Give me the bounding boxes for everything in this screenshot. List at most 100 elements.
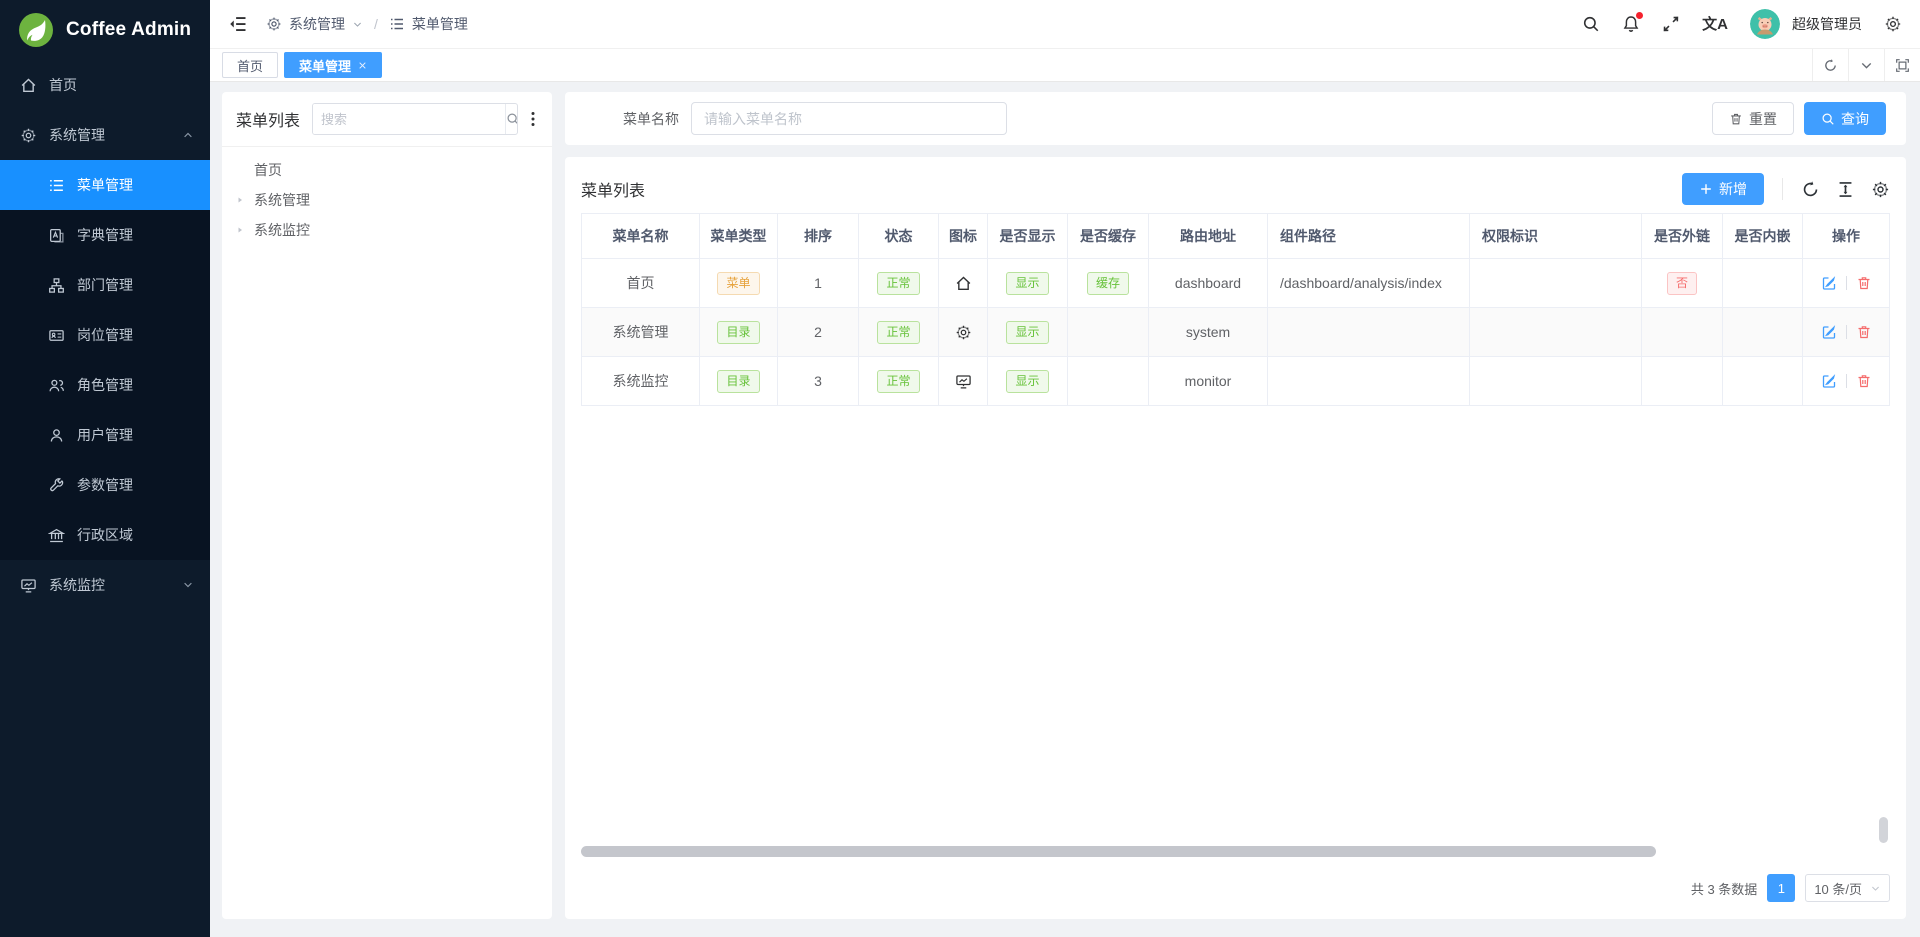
sidebar-collapse-icon[interactable]	[228, 14, 248, 34]
edit-icon[interactable]	[1821, 324, 1837, 340]
column-header[interactable]: 是否显示	[988, 214, 1068, 259]
cell-actions	[1803, 259, 1890, 308]
cell-embedded	[1723, 357, 1803, 406]
table-row[interactable]: 首页 菜单 1 正常 显示 缓存 dashboard /dashboard/an…	[582, 259, 1890, 308]
settings-gear-icon[interactable]	[1884, 15, 1902, 33]
tab-label: 首页	[237, 56, 263, 75]
sidebar-item-label: 首页	[49, 75, 77, 95]
sidebar-item-label: 岗位管理	[77, 325, 133, 345]
column-header[interactable]: 是否外链	[1642, 214, 1723, 259]
more-options-icon[interactable]	[524, 111, 542, 127]
actions-divider	[1846, 374, 1847, 388]
horizontal-scrollbar[interactable]	[581, 846, 1876, 857]
dictionary-icon	[48, 227, 65, 244]
pagination: 共 3 条数据 1 10 条/页	[581, 867, 1890, 909]
pagination-page-1[interactable]: 1	[1767, 874, 1795, 902]
sidebar-item-label: 系统管理	[49, 125, 105, 145]
tree-search-input[interactable]	[313, 104, 505, 134]
tab-menu-mgmt[interactable]: 菜单管理	[284, 52, 382, 78]
delete-icon[interactable]	[1856, 324, 1872, 340]
current-user-name[interactable]: 超级管理员	[1792, 14, 1862, 34]
visible-badge: 显示	[1006, 272, 1048, 295]
page-size-select[interactable]: 10 条/页	[1805, 874, 1890, 902]
chevron-down-icon[interactable]	[1848, 49, 1884, 81]
sidebar-item-monitor[interactable]: 系统监控	[0, 560, 210, 610]
column-header[interactable]: 图标	[939, 214, 988, 259]
search-icon[interactable]	[505, 104, 518, 134]
row-height-icon[interactable]	[1836, 180, 1855, 199]
maximize-icon[interactable]	[1884, 49, 1920, 81]
tree-node-monitor[interactable]: 系统监控	[222, 215, 552, 245]
sidebar-item-home[interactable]: 首页	[0, 60, 210, 110]
column-header[interactable]: 权限标识	[1470, 214, 1642, 259]
column-header[interactable]: 菜单名称	[582, 214, 700, 259]
translate-icon[interactable]: 文A	[1702, 17, 1728, 32]
cell-cache	[1068, 308, 1149, 357]
avatar[interactable]	[1750, 9, 1780, 39]
column-header[interactable]: 菜单类型	[700, 214, 778, 259]
avatar-image	[1750, 9, 1780, 39]
sidebar-submenu-system: 菜单管理 字典管理 部门管理 岗位管理 角色管理 用户管理 参数管理 行政区域	[0, 160, 210, 560]
cell-embedded	[1723, 259, 1803, 308]
sidebar-item-menu-mgmt[interactable]: 菜单管理	[0, 160, 210, 210]
sidebar-item-label: 部门管理	[77, 275, 133, 295]
cell-icon	[939, 259, 988, 308]
vertical-scrollbar-thumb[interactable]	[1879, 817, 1888, 843]
wrench-icon	[48, 477, 65, 494]
edit-icon[interactable]	[1821, 275, 1837, 291]
sidebar-item-dict-mgmt[interactable]: 字典管理	[0, 210, 210, 260]
query-button[interactable]: 查询	[1804, 102, 1886, 135]
column-header[interactable]: 是否内嵌	[1723, 214, 1803, 259]
reset-button[interactable]: 重置	[1712, 102, 1794, 135]
delete-icon[interactable]	[1856, 373, 1872, 389]
refresh-icon[interactable]	[1812, 49, 1848, 81]
sidebar-item-param-mgmt[interactable]: 参数管理	[0, 460, 210, 510]
scrollbar-thumb[interactable]	[581, 846, 1656, 857]
list-icon	[389, 16, 405, 32]
sidebar-item-post-mgmt[interactable]: 岗位管理	[0, 310, 210, 360]
cell-permission	[1470, 259, 1642, 308]
column-header[interactable]: 组件路径	[1268, 214, 1470, 259]
add-button[interactable]: 新增	[1682, 173, 1764, 205]
column-settings-gear-icon[interactable]	[1871, 180, 1890, 199]
fullscreen-icon[interactable]	[1662, 15, 1680, 33]
refresh-icon[interactable]	[1801, 180, 1820, 199]
external-badge: 否	[1667, 272, 1697, 295]
breadcrumb-item-system[interactable]: 系统管理	[289, 14, 345, 34]
caret-right-icon[interactable]	[236, 195, 254, 205]
cell-cache: 缓存	[1068, 259, 1149, 308]
tree-node-home[interactable]: 首页	[222, 155, 552, 185]
delete-icon[interactable]	[1856, 275, 1872, 291]
table-row[interactable]: 系统管理 目录 2 正常 显示 system	[582, 308, 1890, 357]
app-logo[interactable]: Coffee Admin	[0, 0, 210, 60]
cell-icon	[939, 357, 988, 406]
table-row[interactable]: 系统监控 目录 3 正常 显示 monitor	[582, 357, 1890, 406]
column-header[interactable]: 排序	[778, 214, 859, 259]
edit-icon[interactable]	[1821, 373, 1837, 389]
search-icon[interactable]	[1582, 15, 1600, 33]
cell-status: 正常	[859, 259, 939, 308]
sidebar-item-system[interactable]: 系统管理	[0, 110, 210, 160]
status-badge: 正常	[877, 370, 919, 393]
sidebar-item-region[interactable]: 行政区域	[0, 510, 210, 560]
chevron-down-icon	[182, 579, 194, 591]
chevron-down-icon[interactable]	[352, 19, 363, 30]
column-header[interactable]: 状态	[859, 214, 939, 259]
cell-visible: 显示	[988, 259, 1068, 308]
close-icon[interactable]	[358, 61, 367, 70]
tab-home[interactable]: 首页	[222, 52, 278, 78]
home-icon	[20, 77, 37, 94]
gear-icon	[266, 16, 282, 32]
visible-badge: 显示	[1006, 321, 1048, 344]
tree-node-system[interactable]: 系统管理	[222, 185, 552, 215]
menu-name-input[interactable]	[691, 102, 1007, 135]
sidebar-item-user-mgmt[interactable]: 用户管理	[0, 410, 210, 460]
list-icon	[48, 177, 65, 194]
caret-right-icon[interactable]	[236, 225, 254, 235]
notifications-button[interactable]	[1622, 15, 1640, 33]
column-header[interactable]: 路由地址	[1149, 214, 1268, 259]
column-header[interactable]: 是否缓存	[1068, 214, 1149, 259]
top-header: 系统管理 / 菜单管理 文A 超级管理员	[210, 0, 1920, 49]
sidebar-item-dept-mgmt[interactable]: 部门管理	[0, 260, 210, 310]
sidebar-item-role-mgmt[interactable]: 角色管理	[0, 360, 210, 410]
